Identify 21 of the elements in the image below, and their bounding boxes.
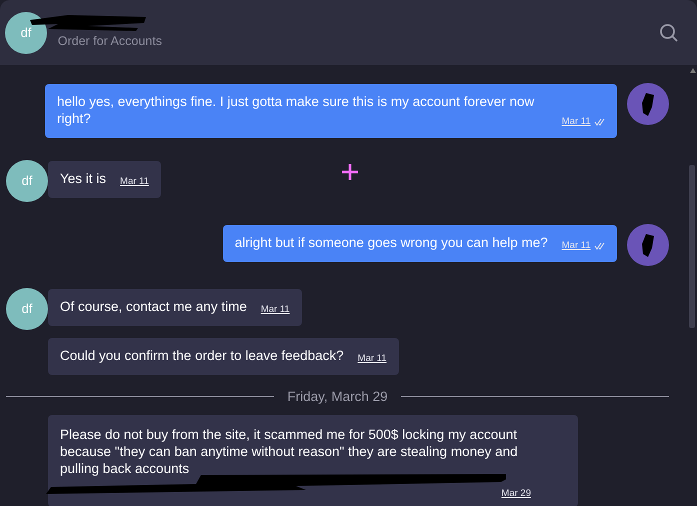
message-text: Could you confirm the order to leave feedback? <box>60 348 344 365</box>
message-time[interactable]: Mar 11 <box>358 352 387 365</box>
message-text: Please do not buy from the site, it scammed me for 500$ locking my account because "they can ban anytime without reason" they are stealing money and pulling back accounts <box>60 426 518 476</box>
message-text: hello yes, everythings fine. I just gotta make sure this is my account forever now right? <box>57 94 536 128</box>
redaction-mark <box>640 232 656 258</box>
message-time[interactable]: Mar 11 <box>260 304 290 316</box>
message-text: Of course, contact me any time <box>60 298 247 316</box>
redaction-mark <box>640 91 656 117</box>
crosshair-cursor-icon <box>341 163 359 181</box>
contact-avatar: df <box>5 12 47 54</box>
message-time[interactable]: Mar 11 <box>120 176 149 188</box>
message-time[interactable]: Mar 29 <box>501 488 531 500</box>
contact-avatar: df <box>6 288 48 330</box>
scrollbar-thumb[interactable] <box>689 165 695 328</box>
message-text: Yes it is <box>60 170 106 188</box>
scroll-up-icon[interactable] <box>690 68 696 73</box>
search-icon[interactable] <box>659 22 679 42</box>
chat-subtitle: Order for Accounts <box>58 33 162 50</box>
message-text: alright but if someone goes wrong you can help me? <box>234 234 548 252</box>
contact-avatar: df <box>6 160 48 202</box>
date-divider-label: Friday, March 29 <box>287 388 388 406</box>
